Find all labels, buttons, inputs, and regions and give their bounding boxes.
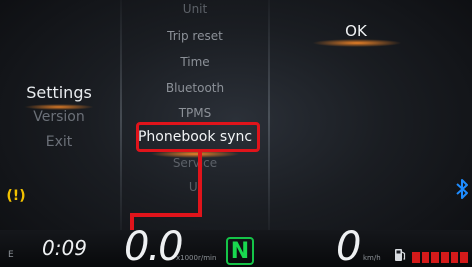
callout-line-horizontal xyxy=(130,213,202,217)
left-divider xyxy=(120,0,122,235)
ok-glow xyxy=(312,39,402,47)
fuel-gauge-segment xyxy=(441,252,449,263)
gear-value: N xyxy=(230,238,250,264)
speed-readout: 0 xyxy=(336,224,362,267)
ok-button[interactable]: OK xyxy=(320,22,392,40)
bluetooth-icon xyxy=(456,179,468,199)
right-divider xyxy=(268,0,270,235)
fuel-gauge-segment xyxy=(431,252,440,263)
gear-indicator: N xyxy=(226,237,254,265)
rpm-readout: 0.0 xyxy=(124,224,184,267)
rpm-unit-label: x1000r/min xyxy=(176,254,217,262)
fuel-gauge-segment xyxy=(460,252,469,263)
submenu-item-unit[interactable]: Unit xyxy=(124,2,266,16)
submenu-item-ui[interactable]: UI xyxy=(124,180,266,194)
fuel-gauge-segment xyxy=(421,252,430,263)
submenu-item-time[interactable]: Time xyxy=(124,55,266,69)
submenu-item-tpms[interactable]: TPMS xyxy=(124,106,266,120)
left-menu-item-version[interactable]: Version xyxy=(0,109,118,125)
fuel-gauge-segment xyxy=(450,252,459,263)
phonebook-sync-highlight-box xyxy=(136,122,260,152)
submenu-item-bluetooth[interactable]: Bluetooth xyxy=(124,81,266,95)
callout-line-vertical-1 xyxy=(198,152,202,215)
left-menu-item-exit[interactable]: Exit xyxy=(0,134,118,150)
warning-icon: (!) xyxy=(6,188,26,204)
submenu-item-service[interactable]: Service xyxy=(124,156,266,170)
clock-readout: 0:09 xyxy=(42,236,87,260)
fuel-pump-icon xyxy=(395,249,406,261)
speed-unit-label: km/h xyxy=(363,254,381,262)
fuel-gauge xyxy=(412,252,469,263)
fuel-gauge-segment xyxy=(412,252,420,263)
submenu-item-trip-reset[interactable]: Trip reset xyxy=(124,29,266,43)
dashboard-screen: Settings Version Exit Unit Trip reset Ti… xyxy=(0,0,472,267)
left-menu-item-settings[interactable]: Settings xyxy=(0,83,118,102)
fuel-empty-marker: E xyxy=(8,250,14,260)
